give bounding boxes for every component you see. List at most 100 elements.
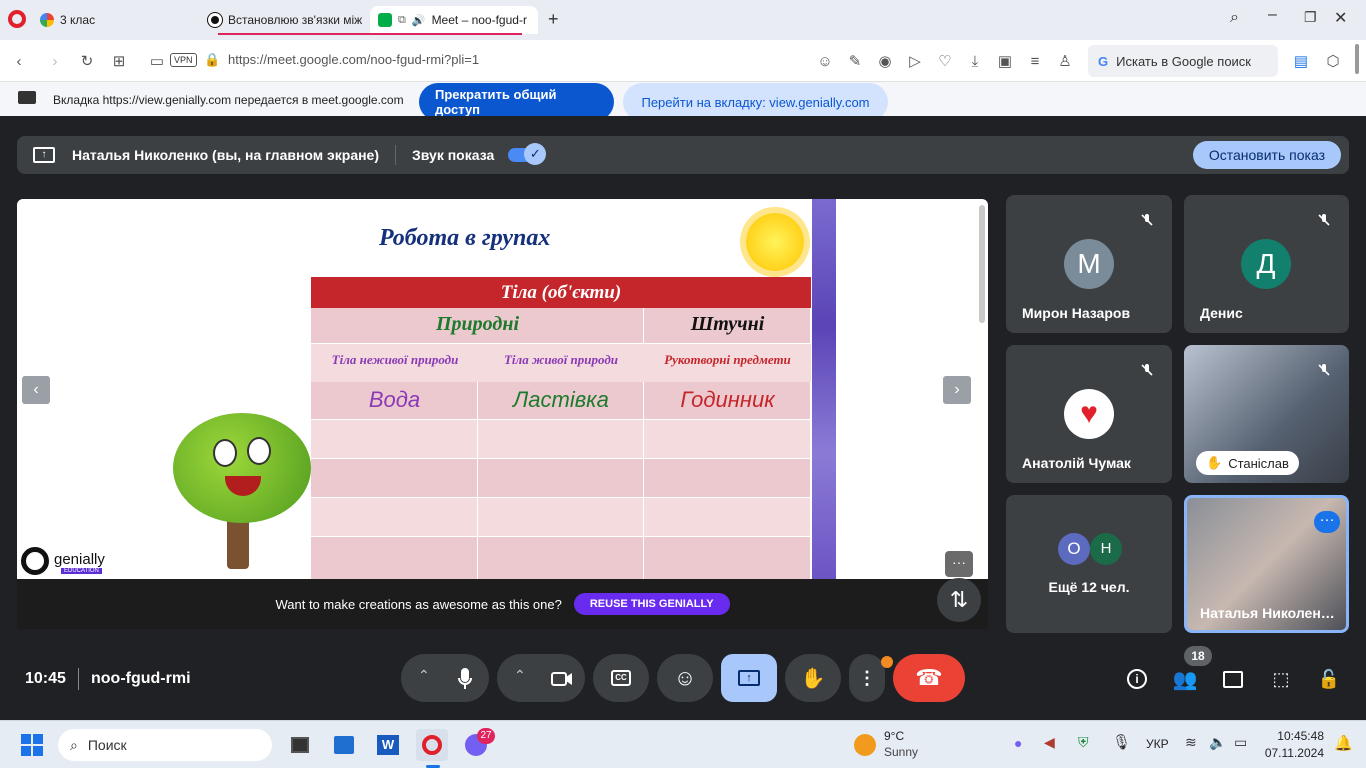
back-icon[interactable]: ‹ bbox=[8, 50, 30, 72]
reload-icon[interactable]: ↻ bbox=[76, 50, 98, 72]
heart-icon[interactable]: ♡ bbox=[934, 50, 956, 72]
emoji-icon[interactable]: ☺ bbox=[814, 50, 836, 72]
wifi-icon[interactable]: ≋ bbox=[1185, 734, 1197, 751]
security-icon[interactable]: ⛨ bbox=[1078, 734, 1089, 751]
camera-icon[interactable] bbox=[549, 666, 575, 692]
viber-tray-icon[interactable]: ● bbox=[1014, 735, 1022, 751]
restore-icon[interactable]: ❐ bbox=[1304, 9, 1317, 26]
chat-icon[interactable] bbox=[1220, 666, 1246, 692]
next-slide-button[interactable]: › bbox=[943, 376, 971, 404]
prev-slide-button[interactable]: ‹ bbox=[22, 376, 50, 404]
slide-more-icon[interactable]: ··· bbox=[945, 551, 973, 577]
search-placeholder: Искать в Google поиск bbox=[1116, 53, 1251, 69]
self-video-tile[interactable]: ··· Наталья Николен… bbox=[1184, 495, 1349, 633]
opera-logo-icon[interactable] bbox=[8, 10, 26, 28]
tab-meet[interactable]: ⧉ 🔊 Meet – noo-fgud-r bbox=[370, 6, 538, 34]
presenter-name: Наталья Николенко (вы, на главном экране… bbox=[72, 147, 380, 163]
speaker-icon[interactable]: 🔈 bbox=[1209, 734, 1226, 751]
presenting-bar: ↑ Наталья Николенко (вы, на главном экра… bbox=[17, 136, 1349, 174]
participant-name-chip: ✋ Станіслав bbox=[1196, 451, 1299, 475]
host-controls-icon[interactable]: 🔓 bbox=[1316, 666, 1342, 692]
language-indicator[interactable]: УКР bbox=[1146, 737, 1169, 751]
participant-video-tile[interactable]: ✋ Станіслав bbox=[1184, 345, 1349, 483]
edit-icon[interactable]: ✎ bbox=[844, 50, 866, 72]
play-icon[interactable]: ▷ bbox=[904, 50, 926, 72]
present-button[interactable]: ↑ bbox=[721, 654, 777, 702]
microphone-icon[interactable] bbox=[452, 666, 478, 692]
info-icon[interactable]: i bbox=[1124, 666, 1150, 692]
store-icon[interactable] bbox=[328, 729, 360, 761]
url-field[interactable]: https://meet.google.com/noo-fgud-rmi?pli… bbox=[228, 52, 479, 67]
captions-icon: CC bbox=[611, 670, 631, 686]
participant-tile[interactable]: ♥ Анатолій Чумак bbox=[1006, 345, 1172, 483]
address-bar: ‹ › ↻ ⊞ ▭ VPN 🔒 https://meet.google.com/… bbox=[0, 40, 1366, 82]
taskbar-search-text: Поиск bbox=[87, 737, 127, 753]
forward-icon[interactable]: › bbox=[44, 50, 66, 72]
speaker-icon[interactable]: 🔊 bbox=[412, 14, 426, 27]
screen-share-status-icon bbox=[18, 91, 36, 104]
shared-slide: Робота в групах Тіла (об'єкти) Природні … bbox=[17, 199, 988, 629]
minimize-icon[interactable]: – bbox=[1268, 6, 1277, 24]
chevron-up-icon[interactable]: ⌃ bbox=[514, 667, 526, 684]
pip-icon[interactable]: ⧉ bbox=[398, 14, 406, 27]
download-icon[interactable]: ⤓ bbox=[964, 50, 986, 72]
swap-layout-icon[interactable]: ⇅ bbox=[937, 578, 981, 622]
avatar-initial: О bbox=[1067, 539, 1081, 558]
task-view-icon[interactable] bbox=[284, 729, 316, 761]
chevron-up-icon[interactable]: ⌃ bbox=[418, 667, 430, 684]
captions-button[interactable]: CC bbox=[593, 654, 649, 702]
grid-icon[interactable]: ⊞ bbox=[108, 50, 130, 72]
meeting-code: noo-fgud-rmi bbox=[91, 670, 191, 687]
snapshot-icon[interactable]: ◉ bbox=[874, 50, 896, 72]
cube-icon[interactable]: ⬡ bbox=[1322, 50, 1344, 72]
screen-share-icon[interactable]: ▣ bbox=[994, 50, 1016, 72]
notification-bell-icon[interactable]: 🔔 bbox=[1334, 734, 1353, 752]
clock-date[interactable]: 07.11.2024 bbox=[1264, 746, 1324, 760]
table-header: Тіла (об'єкти) bbox=[311, 277, 811, 308]
battery-icon[interactable]: ▭ bbox=[1234, 734, 1247, 751]
tab-genially[interactable]: Встановлюю зв'язки між bbox=[200, 6, 368, 34]
sound-toggle[interactable]: ✓ bbox=[508, 143, 547, 165]
tab-class[interactable]: 3 клас bbox=[32, 6, 200, 34]
clock-time[interactable]: 10:45:48 bbox=[1264, 729, 1324, 743]
participant-tile[interactable]: Д Денис bbox=[1184, 195, 1349, 333]
menu-icon[interactable]: ≡ bbox=[1024, 50, 1046, 72]
mic-tray-icon[interactable]: 🎙 bbox=[1112, 733, 1131, 751]
reactions-button[interactable]: ☺ bbox=[657, 654, 713, 702]
participant-tile[interactable]: М Мирон Назаров bbox=[1006, 195, 1172, 333]
tile-more-icon[interactable]: ··· bbox=[1314, 511, 1340, 533]
volume-mixer-icon[interactable]: ◀ bbox=[1044, 734, 1055, 751]
google-search-box[interactable]: G Искать в Google поиск bbox=[1088, 45, 1278, 77]
mic-off-icon bbox=[1134, 357, 1160, 383]
leave-call-button[interactable]: ☎ bbox=[893, 654, 965, 702]
activities-icon[interactable]: ⬚ bbox=[1268, 666, 1294, 692]
sidebar-icon[interactable]: ▤ bbox=[1290, 50, 1312, 72]
taskbar-search[interactable]: ⌕ Поиск bbox=[58, 729, 272, 761]
weather-temp[interactable]: 9°C bbox=[884, 729, 904, 743]
word-icon[interactable]: W bbox=[372, 729, 404, 761]
close-icon[interactable]: ✕ bbox=[1334, 8, 1347, 28]
more-participants-tile[interactable]: О Н Ещё 12 чел. bbox=[1006, 495, 1172, 633]
stop-presenting-button[interactable]: Остановить показ bbox=[1192, 141, 1341, 169]
avatar: О bbox=[1058, 533, 1090, 565]
new-tab-icon[interactable]: + bbox=[548, 9, 559, 30]
reuse-genially-button[interactable]: REUSE THIS GENIALLY bbox=[573, 593, 730, 615]
vpn-badge[interactable]: VPN bbox=[170, 53, 197, 67]
slide-scrollbar[interactable] bbox=[979, 205, 985, 323]
heart-avatar-icon: ♥ bbox=[1064, 389, 1114, 439]
weather-desc[interactable]: Sunny bbox=[884, 745, 918, 759]
avatar: Д bbox=[1241, 239, 1291, 289]
profile-icon[interactable]: ♙ bbox=[1054, 50, 1076, 72]
scrollbar[interactable] bbox=[1355, 44, 1359, 74]
start-icon[interactable] bbox=[16, 729, 48, 761]
hand-icon: ✋ bbox=[1206, 455, 1223, 470]
genially-logo-text: genially bbox=[54, 551, 105, 568]
avatar: Н bbox=[1090, 533, 1122, 565]
people-icon[interactable]: 👥 bbox=[1172, 666, 1198, 692]
camera-icon[interactable]: ▭ bbox=[146, 50, 168, 72]
search-tabs-icon[interactable]: ⌕ bbox=[1230, 9, 1239, 27]
people-count-badge: 18 bbox=[1184, 646, 1212, 666]
opera-icon[interactable] bbox=[416, 729, 448, 761]
raise-hand-button[interactable]: ✋ bbox=[785, 654, 841, 702]
more-options-button[interactable]: ⋮ bbox=[849, 654, 885, 702]
